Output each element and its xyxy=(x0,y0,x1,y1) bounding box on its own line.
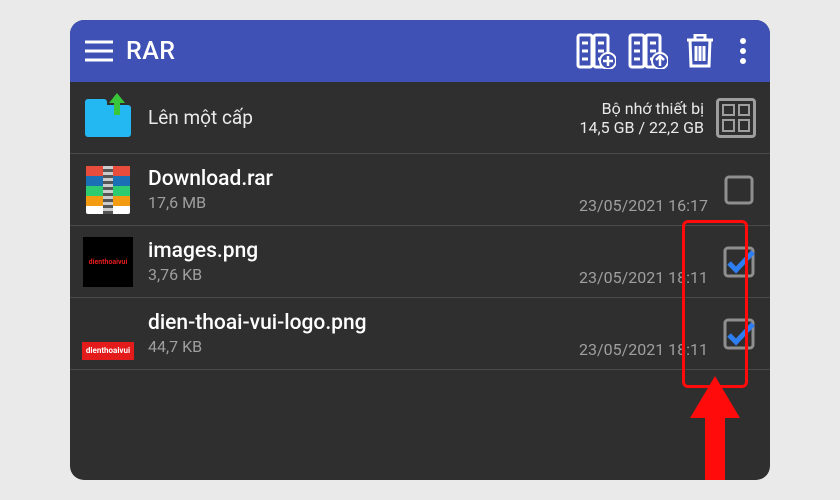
file-row[interactable]: dienthoaivui images.png 3,76 KB 23/05/20… xyxy=(70,226,770,298)
up-one-level[interactable]: Lên một cấp Bộ nhớ thiết bị 14,5 GB / 22… xyxy=(70,82,770,154)
image-thumb-icon: dienthoaivui xyxy=(82,308,134,360)
up-label: Lên một cấp xyxy=(148,106,580,129)
delete-icon[interactable] xyxy=(676,27,724,75)
thumb-label: dienthoaivui xyxy=(89,257,128,266)
file-name: images.png xyxy=(148,239,579,263)
file-name: Download.rar xyxy=(148,167,579,191)
file-row[interactable]: dienthoaivui dien-thoai-vui-logo.png 44,… xyxy=(70,298,770,370)
thumb-label: dienthoaivui xyxy=(86,346,130,355)
storage-label: Bộ nhớ thiết bị xyxy=(602,99,704,118)
toolbar: RAR xyxy=(70,20,770,82)
archive-extract-icon[interactable] xyxy=(624,27,672,75)
annotation-arrow-icon xyxy=(690,376,740,480)
overflow-icon[interactable] xyxy=(728,27,758,75)
file-date: 23/05/2021 16:17 xyxy=(579,196,708,225)
file-size: 44,7 KB xyxy=(148,337,579,356)
file-size: 17,6 MB xyxy=(148,193,579,212)
app-title: RAR xyxy=(126,37,176,66)
file-name: dien-thoai-vui-logo.png xyxy=(148,311,579,335)
file-list: Lên một cấp Bộ nhớ thiết bị 14,5 GB / 22… xyxy=(70,82,770,370)
file-date: 23/05/2021 18:11 xyxy=(579,268,708,297)
archive-add-icon[interactable] xyxy=(572,27,620,75)
image-thumb-icon: dienthoaivui xyxy=(82,236,134,288)
checkbox-checked[interactable] xyxy=(722,245,756,279)
checkbox-checked[interactable] xyxy=(722,317,756,351)
file-row[interactable]: Download.rar 17,6 MB 23/05/2021 16:17 xyxy=(70,154,770,226)
file-date: 23/05/2021 18:11 xyxy=(579,340,708,369)
view-mode-button[interactable] xyxy=(716,98,756,138)
file-size: 3,76 KB xyxy=(148,265,579,284)
storage-value: 14,5 GB / 22,2 GB xyxy=(580,118,704,137)
app-frame: RAR Lên một cấp xyxy=(70,20,770,480)
folder-up-icon xyxy=(82,92,134,144)
menu-icon[interactable] xyxy=(80,32,118,70)
checkbox[interactable] xyxy=(722,173,756,207)
rar-file-icon xyxy=(82,164,134,216)
